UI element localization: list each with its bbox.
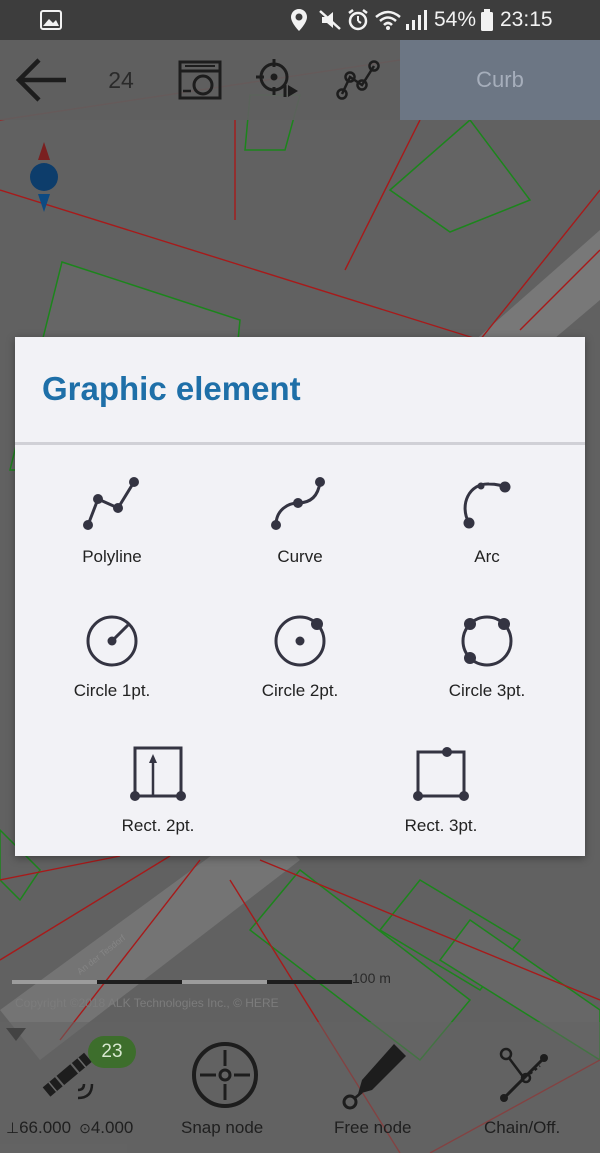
option-label: Curve <box>277 547 323 566</box>
option-arc[interactable]: Arc <box>397 475 577 585</box>
horizontal-accuracy-icon: ⊥ <box>6 1120 20 1137</box>
location-pin-icon <box>290 0 308 40</box>
dialog-divider <box>15 442 585 445</box>
circle-2pt-icon <box>274 615 326 667</box>
circle-3pt-icon <box>461 615 513 667</box>
wifi-icon <box>374 0 402 40</box>
scale-bar <box>12 980 352 984</box>
polyline-icon <box>83 477 139 530</box>
option-circle-3pt[interactable]: Circle 3pt. <box>397 609 577 719</box>
option-label: Arc <box>474 547 500 566</box>
option-polyline[interactable]: Polyline <box>22 475 202 585</box>
scale-label: 100 m <box>352 970 391 986</box>
signal-icon <box>404 0 428 40</box>
option-label: Circle 1pt. <box>73 681 151 700</box>
polyline-node-button[interactable] <box>332 40 384 120</box>
snap-node-button[interactable]: Snap node <box>170 1022 280 1153</box>
dialog-title: Graphic element <box>42 370 301 407</box>
arc-icon <box>463 481 511 529</box>
chain-offset-label: Chain/Off. <box>484 1118 561 1137</box>
snap-node-label: Snap node <box>181 1118 264 1137</box>
clock: 23:15 <box>500 8 553 31</box>
polyline-node-icon <box>336 60 380 100</box>
back-button[interactable] <box>10 40 72 120</box>
element-count: 24 <box>108 66 134 93</box>
option-circle-1pt[interactable]: Circle 1pt. <box>22 609 202 719</box>
gps-accuracy: ⊥ 66.000 ⊙ 4.000 <box>6 1118 133 1138</box>
gps-target-button[interactable] <box>252 40 304 120</box>
bottom-bar: 23 ⊥ 66.000 ⊙ 4.000 Snap node Free node Ch… <box>0 1022 600 1153</box>
chain-offset-icon <box>499 1047 548 1102</box>
option-label: Rect. 3pt. <box>404 816 478 835</box>
option-curve[interactable]: Curve <box>210 475 390 585</box>
option-circle-2pt[interactable]: Circle 2pt. <box>210 609 390 719</box>
option-rect-3pt[interactable]: Rect. 3pt. <box>351 744 531 854</box>
option-label: Polyline <box>82 547 142 566</box>
free-node-button[interactable]: Free node <box>320 1022 430 1153</box>
layer-camera-icon <box>178 60 222 100</box>
snap-node-icon <box>192 1042 258 1108</box>
mute-icon <box>318 0 342 40</box>
image-icon <box>40 0 62 40</box>
option-label: Circle 3pt. <box>448 681 526 700</box>
alarm-icon <box>346 0 370 40</box>
top-toolbar: 24 Curb <box>0 40 600 120</box>
circle-1pt-icon <box>86 615 138 667</box>
arrow-left-icon <box>15 58 66 102</box>
horizontal-accuracy: 66.000 <box>19 1118 72 1137</box>
option-rect-2pt[interactable]: Rect. 2pt. <box>68 744 248 854</box>
graphic-element-dialog: Graphic element Polyline Curve Arc Circl… <box>15 337 585 856</box>
compass-icon[interactable] <box>28 140 60 216</box>
curb-button[interactable]: Curb <box>400 40 600 120</box>
gps-status-button[interactable]: 23 ⊥ 66.000 ⊙ 4.000 <box>0 1022 150 1153</box>
vertical-accuracy-icon: ⊙ <box>79 1119 91 1136</box>
free-node-label: Free node <box>334 1118 412 1137</box>
option-label: Circle 2pt. <box>261 681 339 700</box>
option-label: Rect. 2pt. <box>121 816 195 835</box>
curve-icon <box>271 477 325 530</box>
rect-3pt-icon <box>413 747 469 801</box>
layer-camera-button[interactable] <box>172 40 228 120</box>
gps-target-icon <box>256 59 298 97</box>
satellite-count-badge: 23 <box>88 1036 136 1068</box>
battery-icon <box>480 0 494 40</box>
status-bar: 54% 23:15 <box>0 0 600 40</box>
chain-offset-button[interactable]: Chain/Off. <box>470 1022 580 1153</box>
copyright-text: Copyright ©2018 ALK Technologies Inc., ©… <box>15 996 279 1010</box>
rect-2pt-icon <box>130 746 186 801</box>
vertical-accuracy: 4.000 <box>90 1118 134 1137</box>
pencil-icon <box>342 1044 406 1110</box>
battery-percent: 54% <box>434 8 477 31</box>
